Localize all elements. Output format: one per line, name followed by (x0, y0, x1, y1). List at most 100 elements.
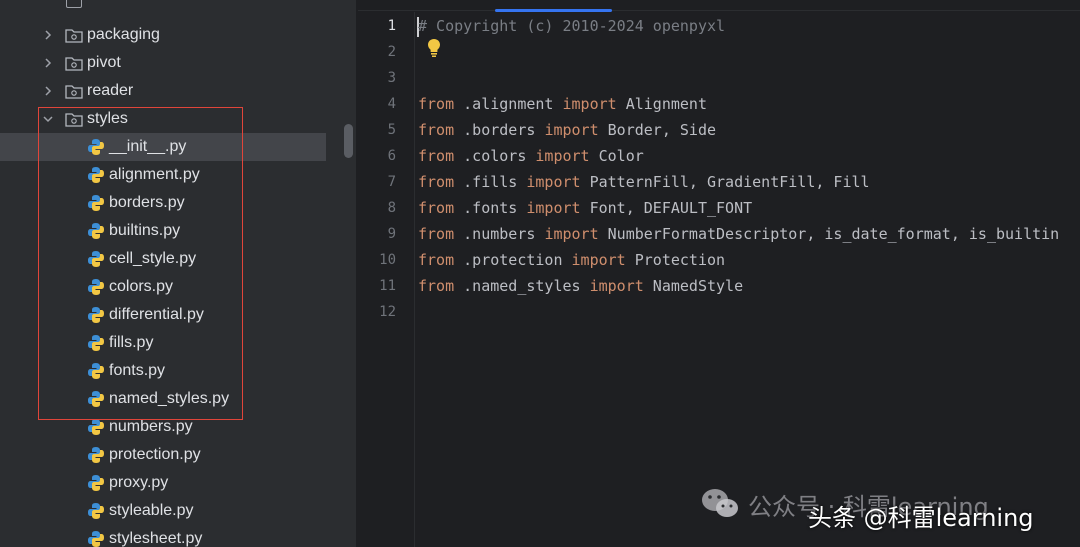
imported-names: Color (589, 147, 644, 165)
tree-file-label: cell_style.py (109, 250, 197, 267)
keyword-import: import (562, 95, 617, 113)
folder-icon (65, 85, 83, 99)
python-file-icon (88, 167, 104, 183)
imported-names: NumberFormatDescriptor, is_date_format, … (598, 225, 1060, 243)
keyword-from: from (418, 121, 455, 139)
tree-file-label: differential.py (109, 306, 204, 323)
tree-file-cell-style[interactable]: cell_style.py (0, 245, 344, 273)
module-name: .protection (454, 251, 572, 269)
keyword-import: import (535, 147, 590, 165)
python-file-icon (88, 419, 104, 435)
python-file-icon (88, 531, 104, 547)
tree-folder-styles[interactable]: styles (0, 105, 344, 133)
code-line-4[interactable]: from .alignment import Alignment (418, 95, 707, 113)
python-file-icon (88, 279, 104, 295)
module-name: .colors (454, 147, 536, 165)
tree-file-named-styles[interactable]: named_styles.py (0, 385, 344, 413)
keyword-import: import (526, 199, 581, 217)
code-line-1[interactable]: # Copyright (c) 2010-2024 openpyxl (418, 17, 725, 35)
line-number: 3 (387, 70, 396, 86)
chevron-right-icon[interactable] (38, 81, 58, 101)
line-number: 7 (387, 174, 396, 190)
python-file-icon (88, 391, 104, 407)
python-file-icon (88, 139, 104, 155)
project-tree: packaging pivot reader styles __init__.p… (0, 0, 344, 547)
wechat-icon (702, 489, 738, 517)
code-line-9[interactable]: from .numbers import NumberFormatDescrip… (418, 225, 1059, 243)
lightbulb-icon[interactable] (426, 38, 442, 58)
gutter-divider (414, 12, 415, 547)
tree-folder-packaging[interactable]: packaging (0, 21, 344, 49)
tree-file-styleable[interactable]: styleable.py (0, 497, 344, 525)
tree-file-label: stylesheet.py (109, 530, 203, 547)
tree-folder-pivot[interactable]: pivot (0, 49, 344, 77)
python-file-icon (88, 195, 104, 211)
imported-names: Font, DEFAULT_FONT (580, 199, 753, 217)
tree-file-protection[interactable]: protection.py (0, 441, 344, 469)
tree-file-label: proxy.py (109, 474, 169, 491)
code-line-6[interactable]: from .colors import Color (418, 147, 644, 165)
keyword-from: from (418, 173, 455, 191)
module-name: .fills (454, 173, 527, 191)
tree-folder-label: reader (87, 82, 134, 99)
module-name: .alignment (454, 95, 563, 113)
code-line-11[interactable]: from .named_styles import NamedStyle (418, 277, 743, 295)
chevron-down-icon[interactable] (38, 109, 58, 129)
code-line-10[interactable]: from .protection import Protection (418, 251, 725, 269)
code-editor[interactable]: 1 2 3 4 5 6 7 8 9 10 11 12 # Copyright (… (358, 0, 1080, 547)
line-number: 9 (387, 226, 396, 242)
tree-file-label: protection.py (109, 446, 201, 463)
python-file-icon (88, 447, 104, 463)
imported-names: NamedStyle (643, 277, 744, 295)
chevron-right-icon[interactable] (38, 25, 58, 45)
line-number: 10 (379, 252, 396, 268)
sidebar-scrollbar-track[interactable] (340, 0, 356, 547)
watermark-main-text: 头条 @科雷learning (808, 504, 1034, 532)
tree-file-borders[interactable]: borders.py (0, 189, 344, 217)
tree-file-builtins[interactable]: builtins.py (0, 217, 344, 245)
tree-file-init[interactable]: __init__.py (0, 133, 326, 161)
keyword-from: from (418, 199, 455, 217)
tree-file-label: colors.py (109, 278, 174, 295)
python-file-icon (88, 335, 104, 351)
tree-file-alignment[interactable]: alignment.py (0, 161, 344, 189)
line-number: 6 (387, 148, 396, 164)
keyword-import: import (571, 251, 626, 269)
tree-file-proxy[interactable]: proxy.py (0, 469, 344, 497)
line-number: 5 (387, 122, 396, 138)
keyword-from: from (418, 277, 455, 295)
keyword-import: import (526, 173, 581, 191)
python-file-icon (88, 475, 104, 491)
python-file-icon (88, 307, 104, 323)
tree-file-label: __init__.py (109, 138, 187, 155)
line-number: 1 (387, 18, 396, 34)
tree-file-label: numbers.py (109, 418, 193, 435)
tree-folder-reader[interactable]: reader (0, 77, 344, 105)
module-name: .named_styles (454, 277, 590, 295)
tree-file-numbers[interactable]: numbers.py (0, 413, 344, 441)
tree-file-fills[interactable]: fills.py (0, 329, 344, 357)
tree-file-colors[interactable]: colors.py (0, 273, 344, 301)
sidebar-scrollbar-thumb[interactable] (344, 124, 353, 158)
line-number: 12 (379, 304, 396, 320)
tree-file-fonts[interactable]: fonts.py (0, 357, 344, 385)
module-name: .fonts (454, 199, 527, 217)
keyword-import: import (544, 121, 599, 139)
line-number: 11 (379, 278, 396, 294)
tree-folder-label: styles (87, 110, 128, 127)
line-number: 4 (387, 96, 396, 112)
tree-file-stylesheet[interactable]: stylesheet.py (0, 525, 344, 547)
code-line-7[interactable]: from .fills import PatternFill, Gradient… (418, 173, 870, 191)
tree-folder-label: pivot (87, 54, 121, 71)
code-line-5[interactable]: from .borders import Border, Side (418, 121, 716, 139)
python-file-icon (88, 503, 104, 519)
tree-file-differential[interactable]: differential.py (0, 301, 344, 329)
tree-file-label: alignment.py (109, 166, 200, 183)
chevron-right-icon[interactable] (38, 53, 58, 73)
tree-row-partial (64, 0, 124, 14)
folder-icon (65, 113, 83, 127)
code-line-8[interactable]: from .fonts import Font, DEFAULT_FONT (418, 199, 752, 217)
python-file-icon (88, 223, 104, 239)
active-tab-indicator (495, 9, 612, 12)
tree-file-label: fills.py (109, 334, 154, 351)
